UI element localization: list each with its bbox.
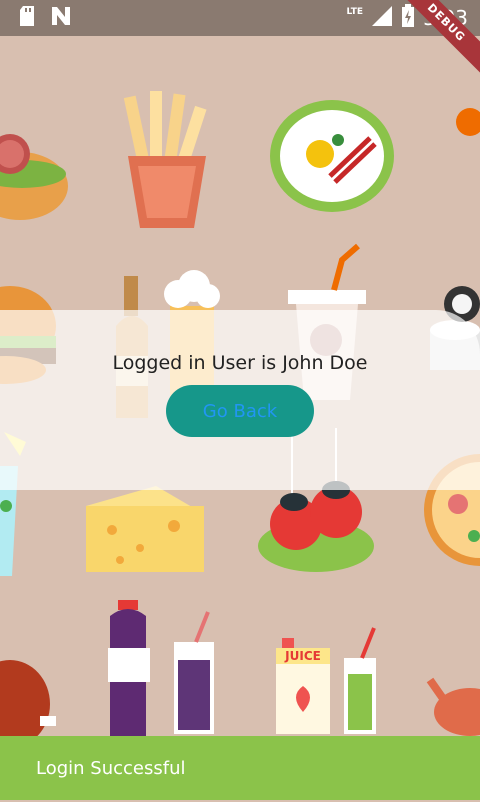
status-bar: LTE 3:03 [0,0,480,36]
sd-card-icon [18,5,36,31]
snackbar-text: Login Successful [36,758,186,779]
notification-n-icon [50,5,72,31]
login-success-snackbar: Login Successful [0,736,480,800]
login-info-panel: Logged in User is John Doe Go Back [0,310,480,490]
signal-icon [371,5,393,31]
svg-text:JUICE: JUICE [284,649,321,663]
battery-charging-icon [401,4,415,32]
soda-bottle-illustration [108,600,150,736]
logged-in-user-message: Logged in User is John Doe [112,352,368,374]
lte-label: LTE [346,7,364,17]
egg-plate-illustration [270,100,394,212]
juice-box-illustration: JUICE [276,638,330,734]
go-back-button[interactable]: Go Back [166,385,314,437]
